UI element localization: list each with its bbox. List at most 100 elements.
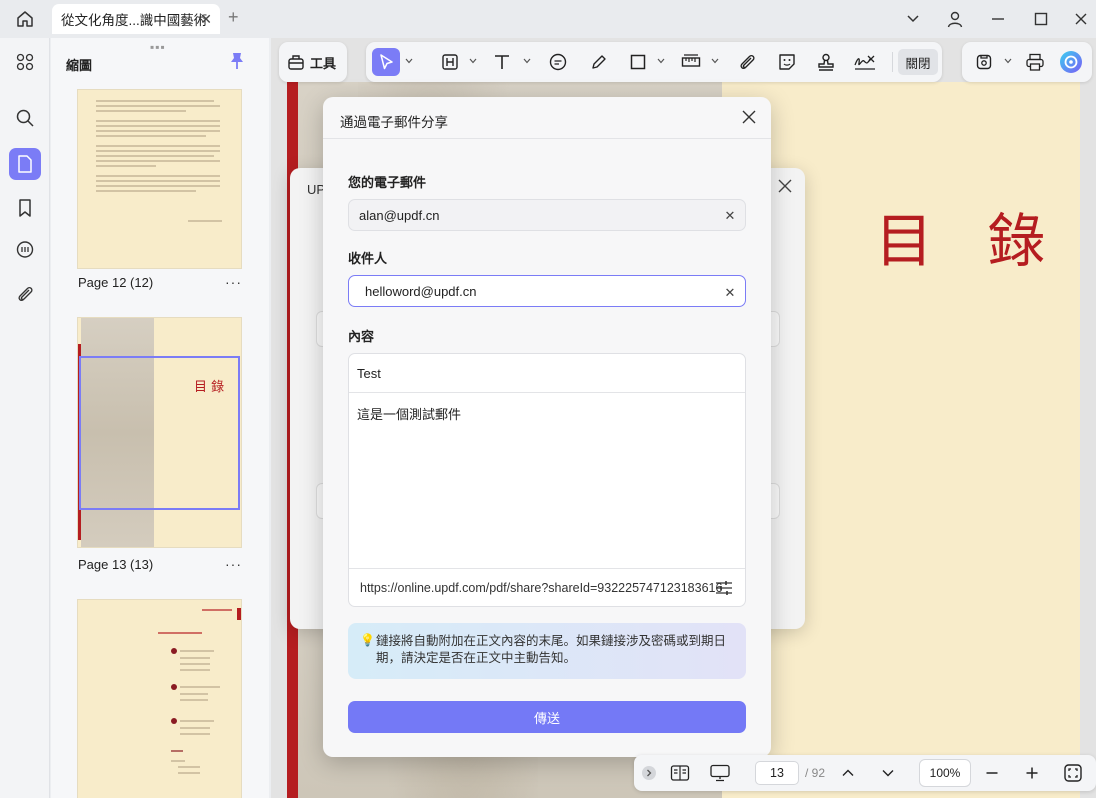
lightbulb-icon: 💡 xyxy=(360,633,375,647)
select-tool-button[interactable] xyxy=(372,48,400,76)
rail-thumbnails-button[interactable] xyxy=(9,148,41,180)
email-dialog-close-button[interactable] xyxy=(741,109,759,127)
panel-resize-grip[interactable]: ▪▪▪ xyxy=(150,40,166,54)
chevron-down-icon[interactable] xyxy=(469,57,477,65)
close-tab-icon[interactable]: ✕ xyxy=(200,11,212,28)
share-dialog-close-button[interactable] xyxy=(777,178,793,197)
zoom-out-button[interactable] xyxy=(979,761,1005,785)
bookmark-icon xyxy=(19,199,31,217)
page-layout-button[interactable] xyxy=(667,761,693,785)
previous-page-button[interactable] xyxy=(835,761,861,785)
minus-icon xyxy=(986,772,998,774)
stamp-tool-button[interactable] xyxy=(812,48,840,76)
rail-search-button[interactable] xyxy=(9,102,41,134)
next-page-button[interactable] xyxy=(875,761,901,785)
save-button[interactable] xyxy=(970,48,998,76)
close-annotation-button[interactable]: 關閉 xyxy=(898,49,938,75)
pencil-tool-button[interactable] xyxy=(585,48,613,76)
content-label: 內容 xyxy=(348,329,375,344)
document-tab[interactable]: 從文化角度...識中國藝術 ✕ xyxy=(52,4,220,34)
rail-comments-button[interactable] xyxy=(9,234,41,266)
highlight-icon xyxy=(442,54,458,70)
tools-group: 工具 xyxy=(279,42,347,82)
signature-tool-button[interactable] xyxy=(851,48,879,76)
pin-icon xyxy=(231,53,243,69)
file-toolbar xyxy=(962,42,1092,82)
rectangle-icon xyxy=(630,54,646,70)
highlight-tool-button[interactable] xyxy=(436,48,464,76)
page-navigation-bar: / 92 100% xyxy=(634,755,1096,791)
page-thumbnail-12[interactable] xyxy=(78,90,241,268)
clear-recipient-icon[interactable]: ✕ xyxy=(722,285,738,301)
collapse-bar-button[interactable] xyxy=(638,761,660,785)
text-tool-button[interactable] xyxy=(488,48,516,76)
tabs-dropdown-button[interactable] xyxy=(898,6,928,32)
dialog-header-divider xyxy=(323,138,771,139)
shape-tool-button[interactable] xyxy=(624,48,652,76)
comment-bubble-icon xyxy=(549,53,567,71)
chevron-down-icon[interactable] xyxy=(405,57,413,65)
presentation-button[interactable] xyxy=(707,761,733,785)
current-page-input[interactable] xyxy=(755,761,799,785)
email-content-box: 這是一個測試郵件 https://online.updf.com/pdf/sha… xyxy=(348,353,746,607)
viewport-indicator[interactable] xyxy=(79,356,240,510)
email-dialog-title: 通過電子郵件分享 xyxy=(340,115,448,130)
rail-apps-button[interactable] xyxy=(9,46,41,78)
email-subject-input[interactable] xyxy=(349,354,745,393)
attach-file-button[interactable] xyxy=(733,48,761,76)
tools-button[interactable]: 工具 xyxy=(285,48,343,76)
page-12-more-button[interactable]: ··· xyxy=(225,274,242,290)
zoom-in-button[interactable] xyxy=(1019,761,1045,785)
chevron-down-icon[interactable] xyxy=(657,57,665,65)
page-13-more-button[interactable]: ··· xyxy=(225,556,242,572)
book-layout-icon xyxy=(670,765,690,781)
recipient-email-input[interactable] xyxy=(348,275,746,307)
link-settings-button[interactable] xyxy=(714,578,734,598)
page-thumbnail-13-label: Page 13 (13) xyxy=(78,557,154,572)
sender-email-input[interactable] xyxy=(348,199,746,231)
page-icon xyxy=(18,155,32,173)
print-button[interactable] xyxy=(1021,48,1049,76)
total-pages-label: / 92 xyxy=(805,766,826,780)
page-thumbnail-14[interactable] xyxy=(78,600,241,798)
maximize-button[interactable] xyxy=(1026,6,1056,32)
email-body-textarea[interactable]: 這是一個測試郵件 xyxy=(357,404,737,564)
rail-attachment-button[interactable] xyxy=(9,278,41,310)
home-icon xyxy=(17,11,33,27)
signature-icon xyxy=(854,55,875,70)
text-icon xyxy=(495,55,509,69)
toolbar-divider xyxy=(892,52,893,72)
page-thumbnail-13[interactable]: 目 錄 xyxy=(78,318,241,547)
ruler-icon xyxy=(681,54,701,67)
document-tab-title: 從文化角度...識中國藝術 xyxy=(61,13,208,28)
chevron-down-icon[interactable] xyxy=(523,57,531,65)
tools-label: 工具 xyxy=(310,55,337,71)
pin-panel-button[interactable] xyxy=(229,52,247,72)
thumbnail-panel-title: 縮圖 xyxy=(66,58,93,73)
clear-sender-icon[interactable]: ✕ xyxy=(722,208,738,224)
cursor-arrow-icon xyxy=(380,54,393,70)
toolbox-icon xyxy=(288,55,304,70)
sticker-icon xyxy=(779,54,795,70)
new-tab-button[interactable]: + xyxy=(228,7,239,28)
chevron-down-icon[interactable] xyxy=(711,57,719,65)
minimize-button[interactable] xyxy=(983,6,1013,32)
ai-assistant-button[interactable] xyxy=(1057,48,1085,76)
thumbnail-panel: ▪▪▪ 縮圖 Page 12 (12) ··· 目 錄 Page 13 (13)… xyxy=(51,38,269,798)
chevron-down-icon[interactable] xyxy=(1004,57,1012,65)
home-button[interactable] xyxy=(10,6,40,32)
comment-tool-button[interactable] xyxy=(544,48,572,76)
search-icon xyxy=(16,109,34,127)
zoom-level-select[interactable]: 100% xyxy=(919,759,971,787)
close-window-button[interactable] xyxy=(1066,6,1096,32)
rail-bookmark-button[interactable] xyxy=(9,192,41,224)
close-icon xyxy=(742,110,756,124)
user-icon xyxy=(947,11,963,28)
measure-tool-button[interactable] xyxy=(677,48,705,76)
fit-page-button[interactable] xyxy=(1060,761,1086,785)
account-button[interactable] xyxy=(940,6,970,32)
send-button[interactable]: 傳送 xyxy=(348,701,746,733)
sticker-tool-button[interactable] xyxy=(773,48,801,76)
pencil-icon xyxy=(592,55,606,69)
annotation-toolbar: 關閉 xyxy=(366,42,942,82)
